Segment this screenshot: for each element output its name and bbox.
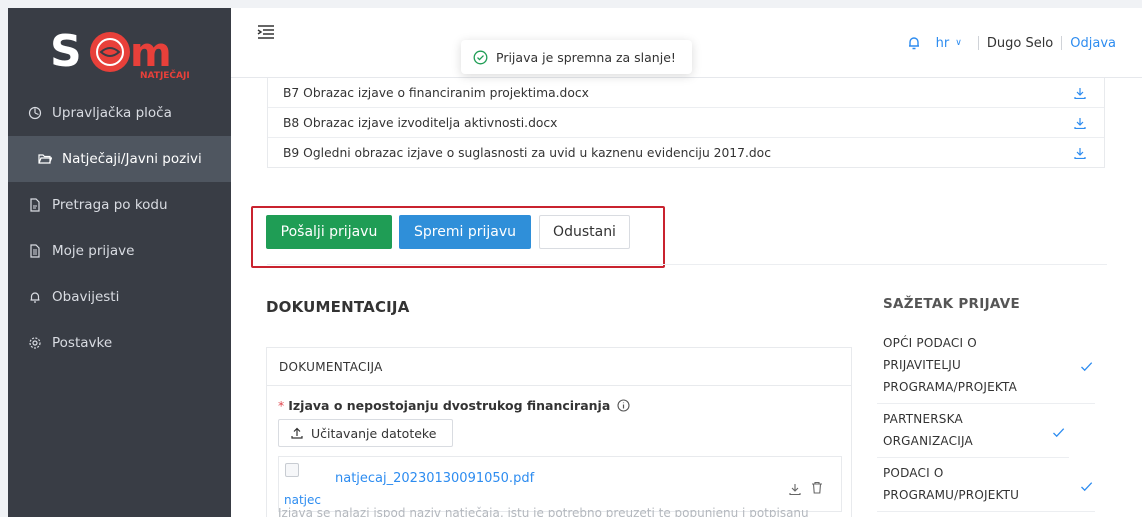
check-circle-icon bbox=[473, 50, 488, 65]
upload-icon bbox=[291, 427, 303, 439]
header-separator bbox=[977, 36, 979, 50]
sidebar-nav: Upravljačka ploča Natječaji/Javni pozivi… bbox=[8, 90, 231, 366]
success-toast: Prijava je spremna za slanje! bbox=[461, 40, 692, 74]
notification-bell-icon[interactable] bbox=[906, 35, 922, 51]
bell-icon bbox=[28, 290, 42, 304]
logo-subtitle: NATJEČAJI bbox=[140, 69, 190, 81]
dashboard-icon bbox=[28, 106, 42, 120]
summary-item-partner[interactable]: PARTNERSKA ORGANIZACIJA bbox=[877, 404, 1069, 458]
documentation-card: DOKUMENTACIJA * Izjava o nepostojanju dv… bbox=[266, 347, 852, 517]
summary-item-line: PROGRAMA/PROJEKTA bbox=[883, 380, 1018, 394]
info-icon[interactable] bbox=[617, 399, 630, 412]
chevron-down-icon[interactable]: ∨ bbox=[955, 38, 962, 48]
sidebar-item-settings[interactable]: Postavke bbox=[8, 320, 231, 366]
file-search-icon bbox=[28, 198, 42, 212]
summary-title: SAŽETAK PRIJAVE bbox=[883, 296, 1020, 312]
header-right: hr ∨ Dugo Selo Odjava bbox=[906, 35, 1116, 51]
help-text: Izjava se nalazi ispod naziv natječaja, … bbox=[278, 506, 809, 517]
summary-item-line: PODACI O bbox=[883, 466, 944, 480]
user-city: Dugo Selo bbox=[986, 35, 1054, 51]
folder-open-icon bbox=[38, 152, 52, 166]
summary-item-program[interactable]: PODACI O PROGRAMU/PROJEKTU bbox=[877, 458, 1095, 512]
section-title: DOKUMENTACIJA bbox=[266, 298, 410, 316]
app-logo[interactable]: S m NATJEČAJI bbox=[48, 22, 198, 82]
field-label-text: Izjava o nepostojanju dvostrukog financi… bbox=[288, 398, 611, 413]
attachment-name[interactable]: B7 Obrazac izjave o financiranim projekt… bbox=[283, 86, 589, 100]
toast-message: Prijava je spremna za slanje! bbox=[496, 49, 676, 65]
attachment-row[interactable]: B8 Obrazac izjave izvoditelja aktivnosti… bbox=[268, 107, 1104, 137]
attachment-row[interactable]: B7 Obrazac izjave o financiranim projekt… bbox=[268, 78, 1104, 107]
sidebar: S m NATJEČAJI Upravljačka ploča Natječaj… bbox=[8, 8, 231, 517]
sidebar-item-notifications[interactable]: Obavijesti bbox=[8, 274, 231, 320]
sidebar-item-label: Pretraga po kodu bbox=[52, 197, 168, 213]
download-icon[interactable] bbox=[1074, 87, 1086, 100]
menu-fold-icon[interactable] bbox=[257, 24, 275, 40]
check-icon bbox=[1080, 478, 1093, 492]
sidebar-item-code-search[interactable]: Pretraga po kodu bbox=[8, 182, 231, 228]
cancel-button[interactable]: Odustani bbox=[539, 215, 630, 249]
sidebar-item-tenders[interactable]: Natječaji/Javni pozivi bbox=[8, 136, 231, 182]
uploaded-file-item: natjec natjecaj_20230130091050.pdf bbox=[278, 456, 842, 512]
file-text-icon bbox=[28, 244, 42, 258]
download-icon[interactable] bbox=[789, 480, 801, 496]
logout-link[interactable]: Odjava bbox=[1070, 36, 1116, 51]
svg-text:S: S bbox=[50, 26, 82, 77]
attachment-name[interactable]: B9 Ogledni obrazac izjave o suglasnosti … bbox=[283, 146, 771, 160]
broken-image-icon bbox=[285, 463, 299, 477]
summary-item-line: PRIJAVITELJU bbox=[883, 358, 961, 372]
svg-text:m: m bbox=[130, 30, 172, 76]
card-title: DOKUMENTACIJA bbox=[267, 348, 851, 386]
language-selector[interactable]: hr bbox=[936, 36, 950, 51]
sidebar-item-dashboard[interactable]: Upravljačka ploča bbox=[8, 90, 231, 136]
delete-icon[interactable] bbox=[811, 479, 823, 494]
sidebar-item-label: Natječaji/Javni pozivi bbox=[62, 151, 202, 167]
summary-item-line: OPĆI PODACI O bbox=[883, 336, 977, 350]
summary-item-line: PROGRAMU/PROJEKTU bbox=[883, 488, 1020, 502]
main-content: B7 Obrazac izjave o financiranim projekt… bbox=[231, 78, 1142, 517]
header-separator bbox=[1061, 36, 1063, 50]
upload-file-button[interactable]: Učitavanje datoteke bbox=[278, 419, 453, 447]
attachment-name[interactable]: B8 Obrazac izjave izvoditelja aktivnosti… bbox=[283, 116, 557, 130]
check-icon bbox=[1080, 358, 1093, 372]
sidebar-item-label: Obavijesti bbox=[52, 289, 120, 305]
upload-label: Učitavanje datoteke bbox=[311, 425, 437, 441]
attachment-list: B7 Obrazac izjave o financiranim projekt… bbox=[267, 78, 1105, 168]
sidebar-item-label: Moje prijave bbox=[52, 243, 135, 259]
sidebar-item-my-applications[interactable]: Moje prijave bbox=[8, 228, 231, 274]
attachment-row[interactable]: B9 Ogledni obrazac izjave o suglasnosti … bbox=[268, 137, 1104, 167]
send-application-button[interactable]: Pošalji prijavu bbox=[266, 215, 392, 249]
sidebar-item-label: Postavke bbox=[52, 335, 113, 351]
check-icon bbox=[1052, 424, 1065, 438]
thumbnail-alt-text: natjec bbox=[284, 493, 321, 507]
summary-item-applicant[interactable]: OPĆI PODACI O PRIJAVITELJU PROGRAMA/PROJ… bbox=[877, 332, 1095, 404]
required-field-label: * Izjava o nepostojanju dvostrukog finan… bbox=[278, 398, 630, 413]
summary-item-line: PARTNERSKA bbox=[883, 412, 963, 426]
save-application-button[interactable]: Spremi prijavu bbox=[399, 215, 531, 249]
uploaded-file-link[interactable]: natjecaj_20230130091050.pdf bbox=[335, 471, 534, 486]
divider bbox=[267, 264, 1107, 265]
required-asterisk: * bbox=[278, 398, 285, 413]
summary-item-line: ORGANIZACIJA bbox=[883, 434, 973, 448]
download-icon[interactable] bbox=[1074, 117, 1086, 130]
sidebar-item-label: Upravljačka ploča bbox=[52, 105, 172, 121]
download-icon[interactable] bbox=[1074, 147, 1086, 160]
gear-icon bbox=[28, 336, 42, 350]
